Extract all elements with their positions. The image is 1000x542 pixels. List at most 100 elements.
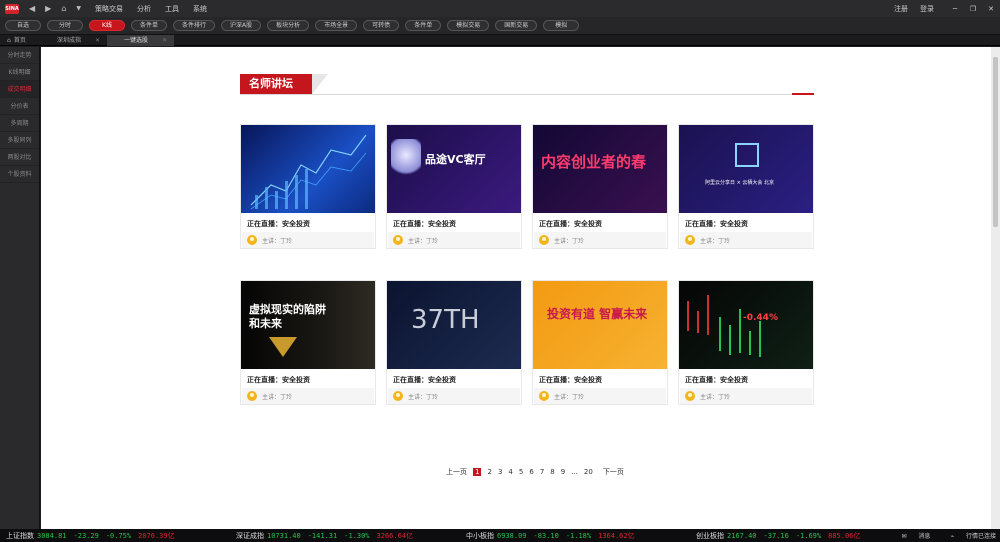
lecture-thumbnail[interactable]: 虚拟现实的陷阱和未来	[241, 281, 375, 369]
stock-chart-image	[250, 134, 367, 210]
gold-triangle-icon	[269, 337, 297, 357]
connection-status: ⌁ 行情已连接	[940, 531, 996, 540]
menu-strategy-trade[interactable]: 策略交易	[95, 4, 123, 14]
sidebar-item-multi-period[interactable]: 多周期	[0, 115, 39, 132]
pill-simulate[interactable]: 模拟	[543, 20, 580, 31]
lecture-card[interactable]: 品途VC客厅 正在直播：安全投资 主讲：丁玲	[386, 124, 522, 249]
pill-condition-order-2[interactable]: 条件单	[405, 20, 442, 31]
pill-kline[interactable]: K线	[89, 20, 125, 31]
index-amount: 3266.64亿	[376, 531, 414, 540]
ticker-sme[interactable]: 中小板指 6938.09 -83.10 -1.18% 1364.62亿	[466, 531, 690, 541]
pill-condition-rank[interactable]: 条件排行	[173, 20, 216, 31]
tab-close-icon[interactable]: ✕	[95, 35, 100, 46]
page-link[interactable]: 8	[550, 468, 554, 476]
ticker-shenzhen[interactable]: 深证成指 10731.40 -141.31 -1.30% 3266.64亿	[236, 531, 460, 541]
minimize-icon[interactable]: ─	[946, 5, 964, 13]
message-button[interactable]: ✉ 消息	[891, 531, 930, 540]
lecture-thumbnail[interactable]: 内容创业者的春	[533, 125, 667, 213]
sidebar-item-multi-stock[interactable]: 多股同列	[0, 132, 39, 149]
message-icon: ✉	[901, 533, 907, 540]
dropdown-icon[interactable]: ▼	[76, 5, 81, 12]
page-link[interactable]: 20	[584, 468, 593, 476]
connection-label: 行情已连接	[965, 533, 996, 540]
lecture-card[interactable]: 内容创业者的春 正在直播：安全投资 主讲：丁玲	[532, 124, 668, 249]
lecture-thumbnail[interactable]	[241, 125, 375, 213]
tab-home[interactable]: ⌂ 首页	[0, 35, 40, 46]
menu-system[interactable]: 系统	[193, 4, 207, 14]
maximize-icon[interactable]: ❐	[964, 5, 982, 13]
lecture-thumbnail[interactable]: 品途VC客厅	[387, 125, 521, 213]
next-page-link[interactable]: 下一页	[603, 467, 624, 477]
card-title: 正在直播：安全投资	[247, 376, 310, 384]
pill-watchlist[interactable]: 自选	[5, 20, 41, 31]
pill-a-shares[interactable]: 沪深A股	[221, 20, 262, 31]
lecture-card[interactable]: 阿里云分享日 × 云栖大会 北京 正在直播：安全投资 主讲：丁玲	[678, 124, 814, 249]
card-host: 主讲：丁玲	[680, 388, 812, 404]
left-sidebar: 分时走势 K线明细 成交明细 分价表 多周期 多股同列 两股对比 个股资料	[0, 47, 40, 529]
vertical-scrollbar[interactable]	[991, 47, 1000, 529]
page-link[interactable]: 7	[540, 468, 544, 476]
host-name: 主讲：丁玲	[408, 237, 439, 245]
sidebar-item-kline-detail[interactable]: K线明细	[0, 64, 39, 81]
tab-shenzhen-index[interactable]: 深圳成指 ✕	[40, 35, 107, 46]
pill-guoxin-trade[interactable]: 国新交易	[495, 20, 538, 31]
index-change: -37.16	[763, 531, 789, 540]
lecture-card[interactable]: 虚拟现实的陷阱和未来 正在直播：安全投资 主讲：丁玲	[240, 280, 376, 405]
sidebar-item-profile[interactable]: 个股资料	[0, 166, 39, 183]
tab-one-click-pick[interactable]: 一键选股 ✕	[107, 34, 175, 46]
index-ticker: 上证指数 3084.81 -23.29 -0.75% 2076.39亿 深证成指…	[0, 529, 1000, 542]
tab-label: 深圳成指	[57, 36, 82, 44]
page-link[interactable]: 4	[508, 468, 512, 476]
index-change: -83.10	[533, 531, 559, 540]
card-title: 正在直播：安全投资	[539, 220, 602, 228]
sidebar-item-trade-detail[interactable]: 成交明细	[0, 81, 39, 98]
menu-analysis[interactable]: 分析	[137, 4, 151, 14]
menu-tools[interactable]: 工具	[165, 4, 179, 14]
page-link[interactable]: 3	[498, 468, 502, 476]
sidebar-item-compare[interactable]: 两股对比	[0, 149, 39, 166]
lecture-thumbnail[interactable]: 阿里云分享日 × 云栖大会 北京	[679, 125, 813, 213]
register-link[interactable]: 注册	[894, 4, 908, 14]
stock-board-image	[687, 295, 761, 357]
pill-simulated-trade[interactable]: 模拟交易	[447, 20, 490, 31]
lecture-thumbnail[interactable]: 37TH	[387, 281, 521, 369]
pill-convertible-bond[interactable]: 可转债	[363, 20, 400, 31]
prev-page-link[interactable]: 上一页	[446, 467, 467, 477]
pill-condition-order[interactable]: 条件单	[131, 20, 168, 31]
page-link-current[interactable]: 1	[473, 468, 482, 476]
home-icon[interactable]: ⌂	[61, 4, 66, 13]
lecture-card[interactable]: -0.44% 正在直播：安全投资 主讲：丁玲	[678, 280, 814, 405]
host-avatar-icon	[247, 391, 257, 401]
sidebar-item-timeshare[interactable]: 分时走势	[0, 47, 39, 64]
page-link[interactable]: 9	[561, 468, 565, 476]
pill-market-overview[interactable]: 市场全景	[315, 20, 358, 31]
card-title: 正在直播：安全投资	[685, 376, 748, 384]
back-icon[interactable]: ◀	[29, 4, 35, 13]
host-name: 主讲：丁玲	[700, 393, 731, 401]
pill-timeshare[interactable]: 分时	[47, 20, 83, 31]
section-accent-mark	[792, 93, 814, 95]
thumb-caption: 品途VC客厅	[425, 153, 486, 166]
card-host: 主讲：丁玲	[534, 388, 666, 404]
card-title: 正在直播：安全投资	[393, 220, 456, 228]
lecture-card[interactable]: 正在直播：安全投资 主讲：丁玲	[240, 124, 376, 249]
page-link[interactable]: 5	[519, 468, 523, 476]
card-host: 主讲：丁玲	[242, 388, 374, 404]
close-icon[interactable]: ✕	[982, 5, 1000, 13]
lecture-card[interactable]: 37TH 正在直播：安全投资 主讲：丁玲	[386, 280, 522, 405]
tab-close-icon[interactable]: ✕	[162, 35, 167, 46]
forward-icon[interactable]: ▶	[45, 4, 51, 13]
thumb-caption: 37TH	[411, 305, 480, 335]
host-name: 主讲：丁玲	[554, 237, 585, 245]
sidebar-item-price-table[interactable]: 分价表	[0, 98, 39, 115]
lecture-thumbnail[interactable]: 投资有道 智赢未来	[533, 281, 667, 369]
pill-sector-analysis[interactable]: 板块分析	[267, 20, 310, 31]
lecture-card[interactable]: 投资有道 智赢未来 正在直播：安全投资 主讲：丁玲	[532, 280, 668, 405]
lecture-thumbnail[interactable]: -0.44%	[679, 281, 813, 369]
page-link[interactable]: 6	[529, 468, 533, 476]
main-content: 名师讲坛 正在直播：安全投资 主讲：丁玲 品途VC客厅 正在直播：安全投资 主讲…	[41, 47, 991, 529]
page-link[interactable]: 2	[487, 468, 491, 476]
ticker-shanghai[interactable]: 上证指数 3084.81 -23.29 -0.75% 2076.39亿	[6, 531, 230, 541]
scrollbar-thumb[interactable]	[993, 57, 998, 227]
login-link[interactable]: 登录	[920, 4, 934, 14]
